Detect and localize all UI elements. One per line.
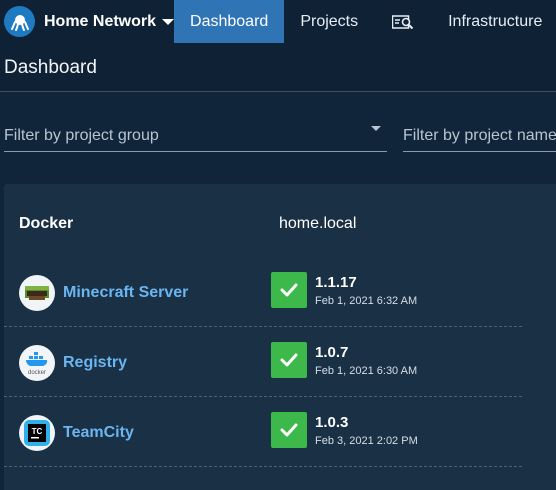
project-group-card: Docker home.local Minecraft Server 1.1.1… [4,184,556,490]
checkmark-icon [280,423,298,437]
release-version: 1.0.7 [315,344,349,361]
project-row: Minecraft Server 1.1.17 Feb 1, 2021 6:32… [4,257,522,327]
search-icon [392,14,414,29]
project-name-placeholder: Filter by project name [403,127,556,144]
tab-dashboard[interactable]: Dashboard [174,0,285,43]
dropdown-arrow-icon [371,126,381,131]
project-link-registry[interactable]: Registry [63,354,127,372]
minecraft-icon [19,275,55,311]
project-row: TC TeamCity 1.0.3 Feb 3, 2021 2:02 PM [4,397,522,467]
tab-infrastructure[interactable]: Infrastructure [432,0,556,43]
deployment-date: Feb 1, 2021 6:32 AM [315,295,418,307]
octopus-logo-icon [4,6,35,37]
deployment-success-badge[interactable] [271,272,307,308]
space-name: Home Network [44,12,157,30]
space-selector[interactable]: Home Network [0,0,175,43]
project-link-minecraft-server[interactable]: Minecraft Server [63,284,188,302]
checkmark-icon [280,353,298,367]
project-name-filter[interactable]: Filter by project name [403,116,556,152]
page-header: Dashboard [0,43,556,92]
project-group-placeholder: Filter by project group [4,127,159,144]
checkmark-icon [280,283,298,297]
group-name[interactable]: Docker [19,215,73,233]
project-row: docker Registry 1.0.7 Feb 1, 2021 6:30 A… [4,327,522,397]
deployment-date: Feb 1, 2021 6:30 AM [315,365,418,377]
deployment-success-badge[interactable] [271,342,307,378]
deployment-success-badge[interactable] [271,412,307,448]
svg-text:docker: docker [28,370,46,376]
docker-icon: docker [19,345,55,381]
tab-projects[interactable]: Projects [284,0,374,43]
project-link-teamcity[interactable]: TeamCity [63,424,134,442]
top-nav: Home Network Dashboard Projects Infrastr… [0,0,556,43]
deployment-date: Feb 3, 2021 2:02 PM [315,435,418,447]
project-group-filter[interactable]: Filter by project group [4,116,387,152]
chevron-down-icon [162,19,175,25]
release-version: 1.0.3 [315,414,349,431]
svg-text:TC: TC [32,427,43,436]
environment-header[interactable]: home.local [279,215,356,233]
teamcity-icon: TC [19,415,55,451]
tab-search[interactable] [374,0,432,43]
release-version: 1.1.17 [315,274,357,291]
page-title: Dashboard [4,57,97,78]
